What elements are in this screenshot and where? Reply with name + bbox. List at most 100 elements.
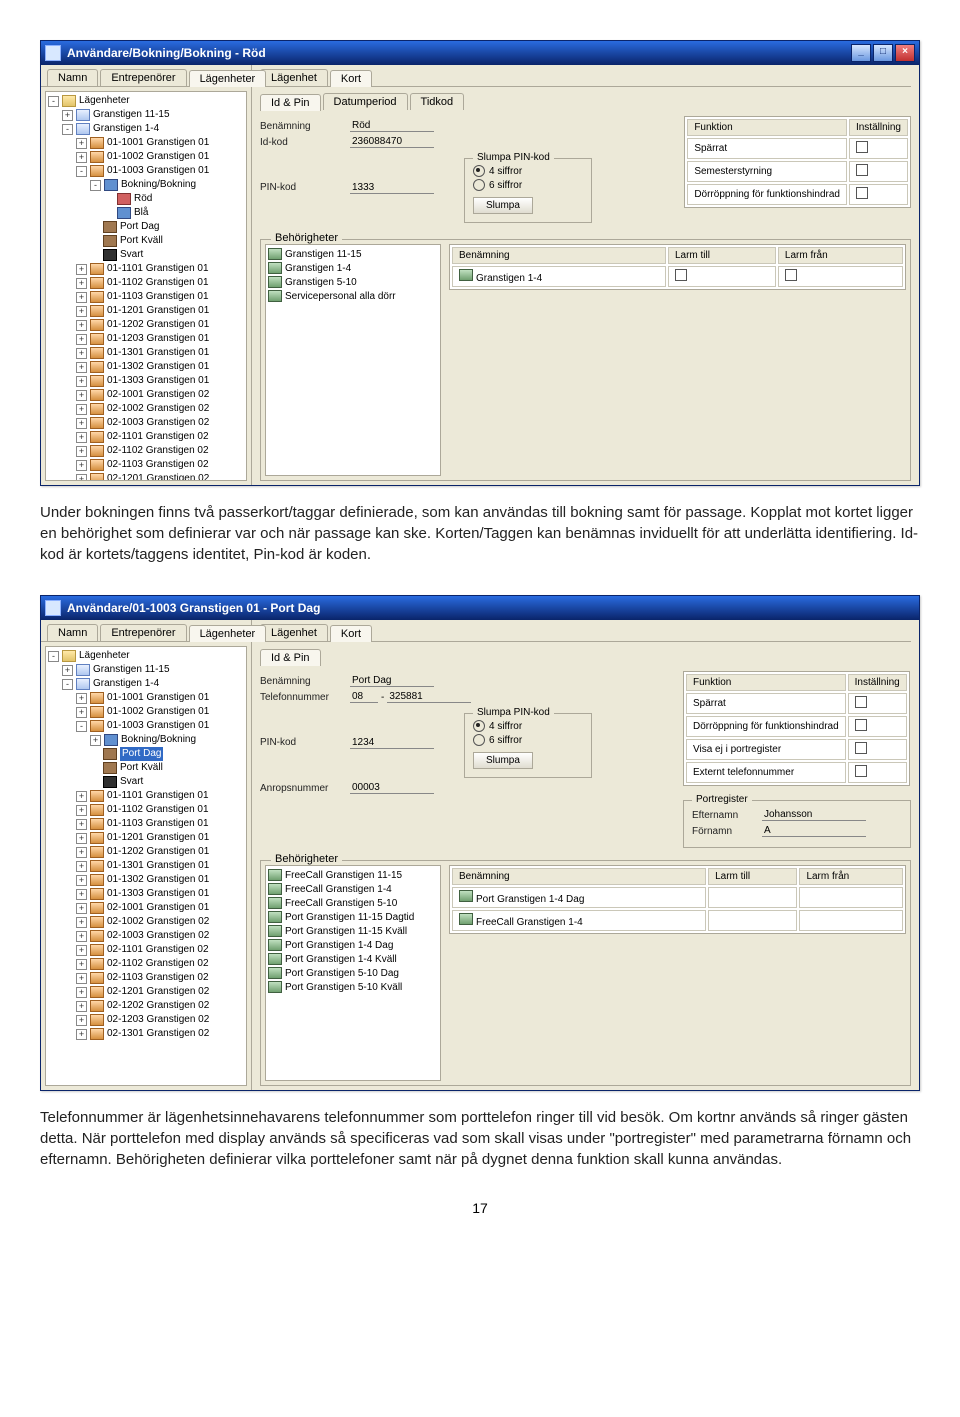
tab-entrepenörer[interactable]: Entrepenörer [100, 69, 186, 86]
expand-icon[interactable]: + [76, 1001, 87, 1012]
tree-node[interactable]: -01-1003 Granstigen 01 [48, 719, 244, 733]
expand-icon[interactable]: + [76, 819, 87, 830]
tab-id-&-pin[interactable]: Id & Pin [260, 94, 321, 111]
tree-node[interactable]: +01-1201 Granstigen 01 [48, 831, 244, 845]
tree-node[interactable]: +01-1103 Granstigen 01 [48, 290, 244, 304]
expand-icon[interactable]: + [76, 791, 87, 802]
tree-node[interactable]: Blå [48, 206, 244, 220]
expand-icon[interactable]: + [76, 278, 87, 289]
tree-node[interactable]: +Granstigen 11-15 [48, 108, 244, 122]
expand-icon[interactable]: + [76, 973, 87, 984]
func-checkbox[interactable] [855, 696, 867, 708]
expand-icon[interactable]: + [76, 390, 87, 401]
tree-node[interactable]: -Lägenheter [48, 649, 244, 663]
pinkod-input[interactable]: 1234 [350, 737, 434, 749]
tree-node[interactable]: +02-1103 Granstigen 02 [48, 458, 244, 472]
tree-node[interactable]: +02-1001 Granstigen 01 [48, 901, 244, 915]
tab-tidkod[interactable]: Tidkod [410, 93, 465, 110]
tree-node[interactable]: +01-1202 Granstigen 01 [48, 318, 244, 332]
minimize-button[interactable]: _ [851, 44, 871, 62]
titlebar[interactable]: Användare/01-1003 Granstigen 01 - Port D… [41, 596, 919, 620]
tree-node[interactable]: +01-1103 Granstigen 01 [48, 817, 244, 831]
larm-fran-chk[interactable] [785, 269, 797, 281]
beh-list-item[interactable]: Granstigen 1-4 [268, 261, 438, 275]
tab-lägenhet[interactable]: Lägenhet [260, 624, 328, 641]
expand-icon[interactable]: + [76, 889, 87, 900]
func-checkbox[interactable] [856, 164, 868, 176]
beh-list-item[interactable]: FreeCall Granstigen 5-10 [268, 896, 438, 910]
tree-node[interactable]: Port Kväll [48, 761, 244, 775]
tree-node[interactable]: +01-1302 Granstigen 01 [48, 873, 244, 887]
expand-icon[interactable]: + [76, 833, 87, 844]
beh-list-item[interactable]: Port Granstigen 5-10 Dag [268, 966, 438, 980]
expand-icon[interactable]: - [62, 124, 73, 135]
tree-node[interactable]: -01-1003 Granstigen 01 [48, 164, 244, 178]
tab-kort[interactable]: Kort [330, 625, 372, 642]
tree-node[interactable]: -Lägenheter [48, 94, 244, 108]
tree-node[interactable]: Port Dag [48, 220, 244, 234]
beh-list-item[interactable]: FreeCall Granstigen 1-4 [268, 882, 438, 896]
expand-icon[interactable]: + [76, 903, 87, 914]
expand-icon[interactable]: + [76, 460, 87, 471]
tree-node[interactable]: +01-1203 Granstigen 01 [48, 332, 244, 346]
tree-node[interactable]: +02-1103 Granstigen 02 [48, 971, 244, 985]
tree-node[interactable]: +02-1203 Granstigen 02 [48, 1013, 244, 1027]
behorigheter-list[interactable]: Granstigen 11-15Granstigen 1-4Granstigen… [265, 244, 441, 476]
larm-till-chk[interactable] [675, 269, 687, 281]
tree-node[interactable]: +02-1003 Granstigen 02 [48, 929, 244, 943]
efternamn-input[interactable]: Johansson [762, 809, 866, 821]
expand-icon[interactable]: + [76, 376, 87, 387]
expand-icon[interactable]: + [76, 306, 87, 317]
fornamn-input[interactable]: A [762, 825, 866, 837]
beh-list-item[interactable]: Port Granstigen 11-15 Kväll [268, 924, 438, 938]
tree-node[interactable]: +02-1001 Granstigen 02 [48, 388, 244, 402]
expand-icon[interactable]: + [76, 432, 87, 443]
beh-list-item[interactable]: Port Granstigen 1-4 Kväll [268, 952, 438, 966]
beh-list-item[interactable]: Servicepersonal alla dörr [268, 289, 438, 303]
tree-node[interactable]: +01-1101 Granstigen 01 [48, 789, 244, 803]
tree-node[interactable]: +02-1102 Granstigen 02 [48, 957, 244, 971]
tab-datumperiod[interactable]: Datumperiod [323, 93, 408, 110]
expand-icon[interactable]: - [62, 679, 73, 690]
slumpa-button[interactable]: Slumpa [473, 752, 533, 769]
expand-icon[interactable]: - [76, 721, 87, 732]
tree-view[interactable]: -Lägenheter+Granstigen 11-15-Granstigen … [45, 646, 247, 1086]
tree-node[interactable]: Svart [48, 248, 244, 262]
tab-entrepenörer[interactable]: Entrepenörer [100, 624, 186, 641]
expand-icon[interactable]: + [76, 847, 87, 858]
expand-icon[interactable]: - [48, 651, 59, 662]
func-checkbox[interactable] [855, 765, 867, 777]
tree-node[interactable]: +02-1201 Granstigen 02 [48, 985, 244, 999]
expand-icon[interactable]: + [76, 334, 87, 345]
tel-area-input[interactable]: 08 [350, 691, 378, 703]
beh-list-item[interactable]: Port Granstigen 1-4 Dag [268, 938, 438, 952]
expand-icon[interactable]: + [76, 945, 87, 956]
expand-icon[interactable]: + [76, 861, 87, 872]
tree-node[interactable]: +02-1301 Granstigen 02 [48, 1027, 244, 1041]
tree-node[interactable]: Svart [48, 775, 244, 789]
expand-icon[interactable]: + [76, 264, 87, 275]
beh-list-item[interactable]: Granstigen 5-10 [268, 275, 438, 289]
expand-icon[interactable]: + [62, 665, 73, 676]
maximize-button[interactable]: □ [873, 44, 893, 62]
beh-list-item[interactable]: Port Granstigen 5-10 Kväll [268, 980, 438, 994]
pinkod-input[interactable]: 1333 [350, 182, 434, 194]
radio-6siffror[interactable] [473, 734, 485, 746]
tab-kort[interactable]: Kort [330, 70, 372, 87]
func-checkbox[interactable] [855, 742, 867, 754]
tree-node[interactable]: +02-1002 Granstigen 02 [48, 915, 244, 929]
tree-node[interactable]: +01-1202 Granstigen 01 [48, 845, 244, 859]
tree-node[interactable]: +01-1101 Granstigen 01 [48, 262, 244, 276]
expand-icon[interactable]: + [76, 348, 87, 359]
tab-namn[interactable]: Namn [47, 624, 98, 641]
expand-icon[interactable]: + [76, 474, 87, 482]
func-checkbox[interactable] [856, 187, 868, 199]
tree-node[interactable]: +01-1001 Granstigen 01 [48, 136, 244, 150]
expand-icon[interactable]: - [76, 166, 87, 177]
behorigheter-list[interactable]: FreeCall Granstigen 11-15FreeCall Granst… [265, 865, 441, 1081]
tree-node[interactable]: +01-1001 Granstigen 01 [48, 691, 244, 705]
tree-node[interactable]: -Granstigen 1-4 [48, 677, 244, 691]
beh-list-item[interactable]: Granstigen 11-15 [268, 247, 438, 261]
expand-icon[interactable]: + [76, 931, 87, 942]
func-checkbox[interactable] [855, 719, 867, 731]
